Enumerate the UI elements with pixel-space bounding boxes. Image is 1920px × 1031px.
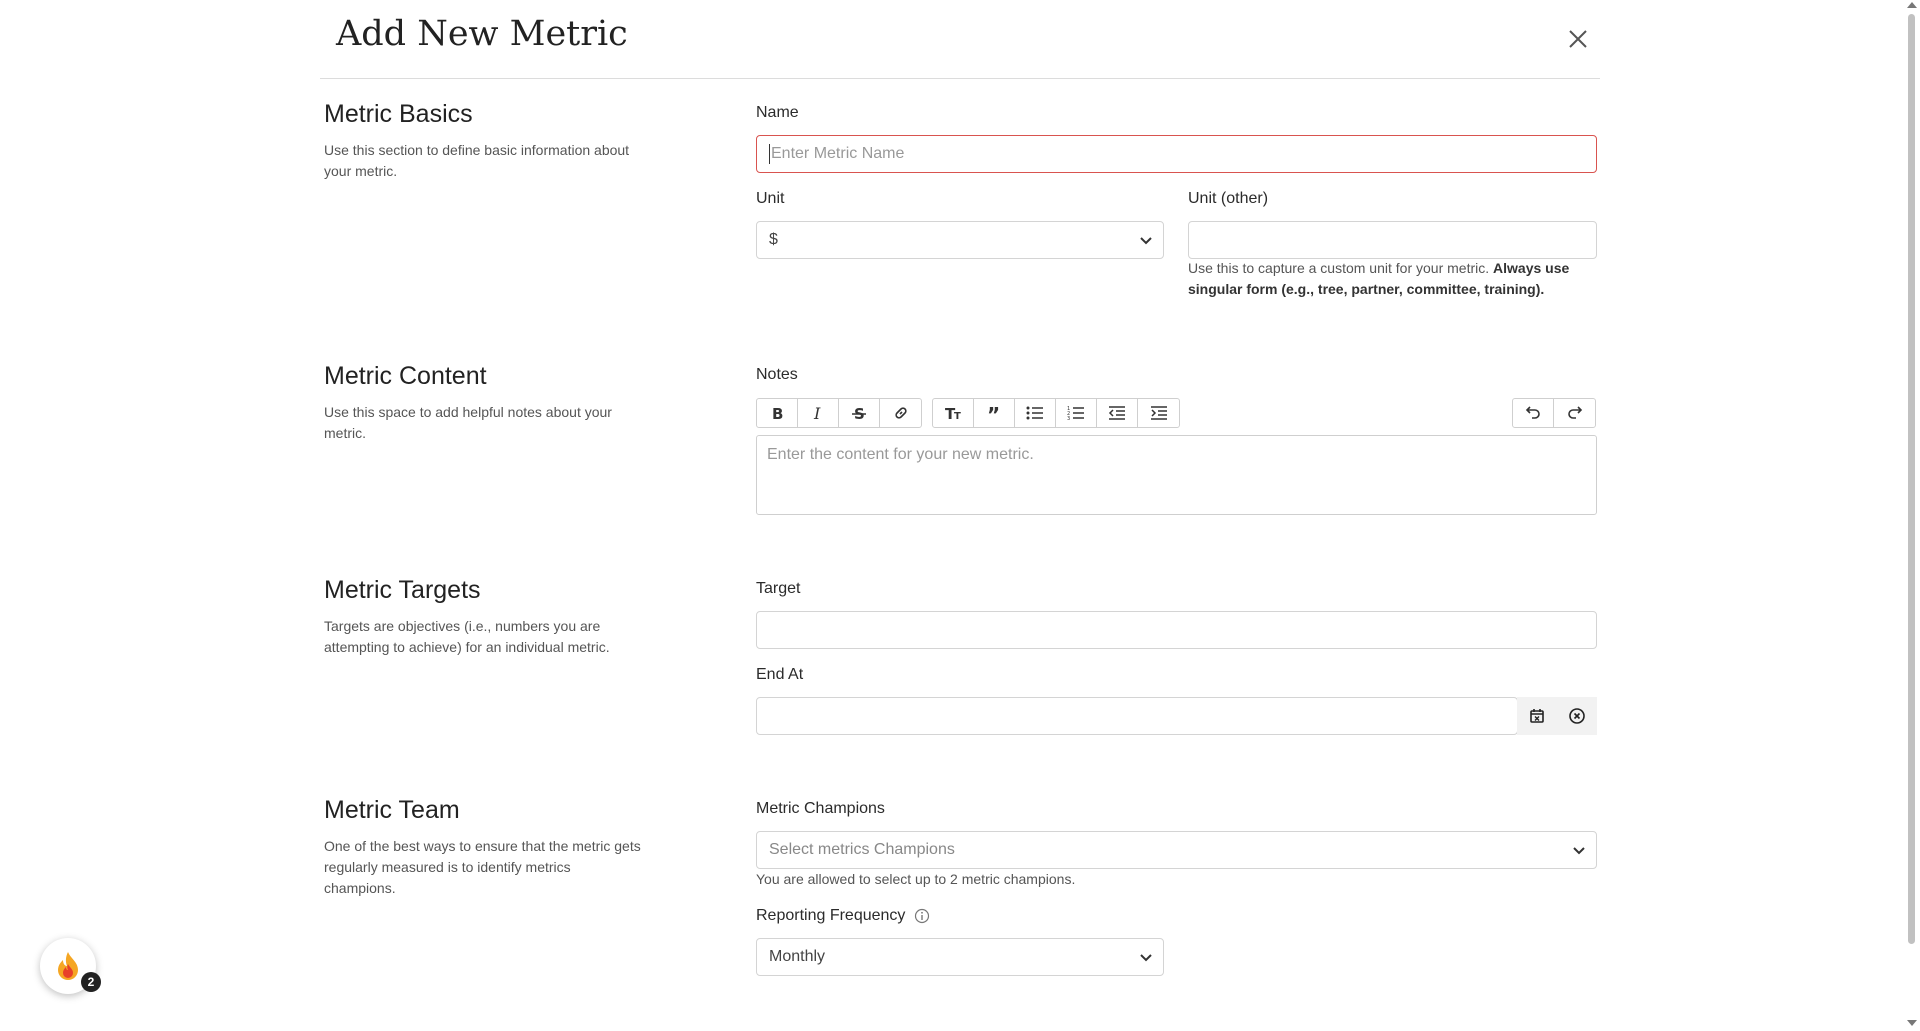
- section-desc-targets: Targets are objectives (i.e., numbers yo…: [324, 618, 610, 655]
- name-placeholder: Enter Metric Name: [771, 145, 905, 162]
- unit-other-input[interactable]: [1188, 221, 1597, 259]
- flame-icon: [58, 952, 78, 980]
- notes-placeholder: Enter the content for your new metric.: [767, 446, 1034, 463]
- numbered-list-button[interactable]: 123: [1056, 399, 1097, 427]
- section-desc-team: One of the best ways to ensure that the …: [324, 838, 641, 896]
- link-icon: [894, 407, 907, 419]
- frequency-label: Reporting Frequency: [756, 907, 930, 925]
- numbered-list-icon: 123: [1067, 406, 1084, 421]
- strikethrough-icon: S: [852, 405, 866, 421]
- indent-button[interactable]: [1138, 399, 1179, 427]
- link-button[interactable]: [880, 399, 921, 427]
- bold-button[interactable]: B: [757, 399, 798, 427]
- unit-select-value: $: [769, 231, 778, 248]
- notification-count-badge: 2: [81, 972, 101, 992]
- clear-circle-icon: [1569, 708, 1585, 724]
- name-label: Name: [756, 104, 799, 121]
- add-metric-modal: Add New Metric Metric Basics Use this se…: [320, 0, 1600, 1031]
- calendar-icon: [1530, 709, 1544, 723]
- champions-select[interactable]: Select metrics Champions: [756, 831, 1597, 869]
- undo-button[interactable]: [1513, 399, 1554, 427]
- bullet-list-button[interactable]: [1015, 399, 1056, 427]
- unit-other-label: Unit (other): [1188, 190, 1269, 207]
- section-title-team: Metric Team: [324, 796, 460, 824]
- end-at-label: End At: [756, 666, 804, 683]
- name-input[interactable]: Enter Metric Name: [756, 135, 1597, 173]
- heading-icon: TT: [945, 405, 961, 421]
- section-title-targets: Metric Targets: [324, 576, 481, 604]
- close-icon: [1569, 30, 1587, 48]
- chevron-down-icon: [1140, 954, 1152, 962]
- svg-text:I: I: [813, 405, 821, 421]
- frequency-select-value: Monthly: [769, 948, 826, 965]
- section-title-content: Metric Content: [324, 362, 487, 390]
- redo-button[interactable]: [1554, 399, 1595, 427]
- text-cursor: [769, 144, 770, 164]
- bullet-list-icon: [1026, 406, 1043, 420]
- section-desc-content: Use this space to add helpful notes abou…: [324, 404, 612, 441]
- svg-text:B: B: [772, 405, 783, 421]
- italic-button[interactable]: I: [798, 399, 839, 427]
- svg-text:T: T: [954, 411, 961, 421]
- champions-help: You are allowed to select up to 2 metric…: [756, 871, 1076, 887]
- unit-other-help-text: Use this to capture a custom unit for yo…: [1188, 260, 1490, 276]
- italic-icon: I: [813, 405, 821, 421]
- editor-toolbar-format: B I S: [756, 398, 922, 428]
- target-label: Target: [756, 580, 801, 597]
- section-title-basics: Metric Basics: [324, 100, 473, 128]
- editor-toolbar-blocks: TT ” 123: [932, 398, 1180, 428]
- target-input[interactable]: [756, 611, 1597, 649]
- frequency-select[interactable]: Monthly: [756, 938, 1164, 976]
- quote-icon: ”: [987, 405, 1000, 421]
- modal-header: Add New Metric: [320, 0, 1600, 79]
- frequency-label-text: Reporting Frequency: [756, 907, 906, 924]
- close-button[interactable]: [1563, 24, 1593, 54]
- scroll-down-arrow-icon[interactable]: [1907, 1020, 1917, 1026]
- indent-icon: [1150, 406, 1167, 420]
- scroll-thumb[interactable]: [1908, 14, 1915, 944]
- chevron-down-icon: [1573, 847, 1585, 855]
- outdent-icon: [1108, 406, 1125, 420]
- clear-date-button[interactable]: [1557, 697, 1597, 735]
- strikethrough-button[interactable]: S: [839, 399, 880, 427]
- page-scrollbar[interactable]: [1903, 0, 1920, 1031]
- unit-select[interactable]: $: [756, 221, 1164, 259]
- svg-text:3: 3: [1067, 416, 1070, 421]
- redo-icon: [1567, 406, 1582, 419]
- svg-text:”: ”: [987, 405, 1000, 421]
- info-icon[interactable]: [914, 908, 930, 924]
- outdent-button[interactable]: [1097, 399, 1138, 427]
- end-at-input[interactable]: [756, 697, 1518, 735]
- champions-placeholder: Select metrics Champions: [769, 841, 955, 858]
- svg-text:S: S: [854, 405, 865, 421]
- quote-button[interactable]: ”: [974, 399, 1015, 427]
- heading-button[interactable]: TT: [933, 399, 974, 427]
- scroll-up-arrow-icon[interactable]: [1907, 2, 1917, 8]
- champions-label: Metric Champions: [756, 800, 885, 817]
- unit-other-help: Use this to capture a custom unit for yo…: [1188, 258, 1608, 300]
- modal-title: Add New Metric: [336, 14, 628, 54]
- calendar-button[interactable]: [1517, 697, 1557, 735]
- bold-icon: B: [772, 405, 783, 421]
- editor-toolbar-history: [1512, 398, 1596, 428]
- undo-icon: [1525, 406, 1540, 419]
- section-desc-basics: Use this section to define basic informa…: [324, 142, 630, 179]
- unit-label: Unit: [756, 190, 785, 207]
- notes-editor[interactable]: Enter the content for your new metric.: [756, 435, 1597, 515]
- notes-label: Notes: [756, 366, 798, 383]
- chevron-down-icon: [1140, 237, 1152, 245]
